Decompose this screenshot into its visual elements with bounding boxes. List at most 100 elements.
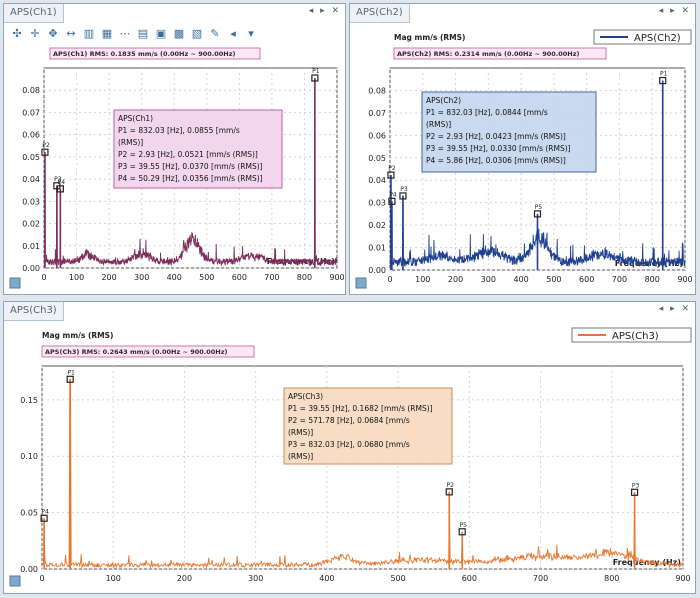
grid-icon[interactable]: ▦ bbox=[100, 27, 114, 41]
peak-info-line: (RMS)] bbox=[288, 428, 313, 437]
x-tick-label: 100 bbox=[69, 273, 84, 282]
panel-ch3: APS(Ch3) ◂ ▸ ✕ 0 100 200 300 400 500 600 700 800… bbox=[3, 301, 696, 594]
y-tick-label: 0.10 bbox=[20, 452, 38, 461]
y-tick-label: 0.00 bbox=[20, 565, 38, 574]
peak-label: P1 bbox=[67, 369, 75, 376]
window-controls-ch2[interactable]: ◂ ▸ ✕ bbox=[659, 6, 691, 16]
peak-info-line: P3 = 39.55 [Hz], 0.0370 [mm/s (RMS)] bbox=[118, 162, 263, 171]
tab-ch2[interactable]: APS(Ch2) bbox=[350, 4, 410, 23]
peak-label: P1 bbox=[660, 71, 668, 78]
y-tick-label: 0.06 bbox=[22, 131, 40, 140]
peak-label: P3 bbox=[400, 186, 408, 193]
peak-info-line: P4 = 5.86 [Hz], 0.0306 [mm/s (RMS)] bbox=[426, 156, 566, 165]
move-icon[interactable]: ✥ bbox=[46, 27, 60, 41]
x-tick-label: 900 bbox=[329, 273, 344, 282]
x-tick-label: 500 bbox=[546, 275, 561, 284]
peak-info-line: (RMS)] bbox=[288, 452, 313, 461]
chart-ch3[interactable]: 0 100 200 300 400 500 600 700 800 900 0.00 0.05 0.10… bbox=[4, 324, 695, 593]
mag-label: Mag mm/s (RMS) bbox=[42, 331, 113, 340]
pan-icon[interactable]: ✣ bbox=[10, 27, 24, 41]
peak-label: P5 bbox=[459, 522, 467, 529]
peak-info-line: P1 = 39.55 [Hz], 0.1682 [mm/s (RMS)] bbox=[288, 404, 433, 413]
rms-label: APS(Ch2) RMS: 0.2314 mm/s (0.00Hz ~ 900.… bbox=[397, 50, 580, 58]
tab-ch1[interactable]: APS(Ch1) bbox=[4, 4, 64, 23]
peak-info-line: P2 = 2.93 [Hz], 0.0521 [mm/s (RMS)] bbox=[118, 150, 258, 159]
frame-icon[interactable]: ▣ bbox=[154, 27, 168, 41]
x-tick-label: 400 bbox=[167, 273, 182, 282]
panel-ch1: APS(Ch1) ◂ ▸ ✕ ✣ ✛ ✥ ↔ ▥ ▦ ⋯ ▤ ▣ ▩ ▧ ✎ ◂… bbox=[3, 3, 346, 295]
y-tick-label: 0.02 bbox=[22, 220, 40, 229]
peak-info-line: (RMS)] bbox=[118, 138, 143, 147]
peak-label: P2 bbox=[388, 165, 396, 172]
x-tick-label: 800 bbox=[645, 275, 660, 284]
chart-options-icon bbox=[355, 277, 367, 289]
x-tick-label: 700 bbox=[612, 275, 627, 284]
y-tick-label: 0.07 bbox=[368, 109, 386, 118]
x-tick-label: 0 bbox=[387, 275, 392, 284]
toolbar-ch1: ✣ ✛ ✥ ↔ ▥ ▦ ⋯ ▤ ▣ ▩ ▧ ✎ ◂ ▾ bbox=[10, 24, 258, 44]
dropdown-icon[interactable]: ▾ bbox=[244, 27, 258, 41]
peak-info-line: APS(Ch3) bbox=[288, 392, 323, 401]
y-tick-label: 0.05 bbox=[22, 153, 40, 162]
peak-label: P5 bbox=[535, 204, 543, 211]
y-tick-label: 0.05 bbox=[20, 509, 38, 518]
x-tick-label: 200 bbox=[448, 275, 463, 284]
y-tick-label: 0.04 bbox=[22, 175, 40, 184]
x-tick-label: 900 bbox=[675, 574, 690, 583]
y-tick-label: 0.02 bbox=[368, 221, 386, 230]
y-tick-label: 0.03 bbox=[368, 199, 386, 208]
peak-info-line: P2 = 2.93 [Hz], 0.0423 [mm/s (RMS)] bbox=[426, 132, 566, 141]
peak-info-line: P1 = 832.03 [Hz], 0.0844 [mm/s bbox=[426, 108, 548, 117]
y-tick-label: 0.03 bbox=[22, 197, 40, 206]
zoom-horizontal-icon[interactable]: ↔ bbox=[64, 27, 78, 41]
x-tick-label: 100 bbox=[415, 275, 430, 284]
peak-info-line: P4 = 50.29 [Hz], 0.0356 [mm/s (RMS)] bbox=[118, 174, 263, 183]
x-tick-label: 600 bbox=[579, 275, 594, 284]
tab-ch3[interactable]: APS(Ch3) bbox=[4, 302, 64, 321]
x-tick-label: 700 bbox=[533, 574, 548, 583]
y-tick-label: 0.07 bbox=[22, 108, 40, 117]
x-tick-label: 500 bbox=[390, 574, 405, 583]
x-tick-label: 0 bbox=[39, 574, 44, 583]
chart-options-icon bbox=[9, 575, 21, 587]
legend-label: APS(Ch2) bbox=[634, 33, 681, 44]
crosshair-icon[interactable]: ✛ bbox=[28, 27, 42, 41]
x-tick-label: 300 bbox=[248, 574, 263, 583]
export-icon[interactable]: ▩ bbox=[172, 27, 186, 41]
bar-chart-icon[interactable]: ▥ bbox=[82, 27, 96, 41]
y-tick-label: 0.04 bbox=[368, 176, 386, 185]
window-controls-ch3[interactable]: ◂ ▸ ✕ bbox=[659, 304, 691, 314]
chart-ch2[interactable]: 0 100 200 300 400 500 600 700 800 900 0.00 0.01 0.02… bbox=[350, 26, 695, 294]
y-tick-label: 0.01 bbox=[368, 244, 386, 253]
y-tick-label: 0.00 bbox=[22, 264, 40, 273]
x-tick-label: 200 bbox=[177, 574, 192, 583]
peak-info-line: P2 = 571.78 [Hz], 0.0684 [mm/s bbox=[288, 416, 410, 425]
y-tick-label: 0.00 bbox=[368, 266, 386, 275]
peak-info-line: P3 = 832.03 [Hz], 0.0680 [mm/s bbox=[288, 440, 410, 449]
back-icon[interactable]: ◂ bbox=[226, 27, 240, 41]
x-tick-label: 800 bbox=[604, 574, 619, 583]
copy-icon[interactable]: ▧ bbox=[190, 27, 204, 41]
x-tick-label: 200 bbox=[101, 273, 116, 282]
peak-label: P3 bbox=[632, 482, 640, 489]
y-tick-label: 0.15 bbox=[20, 396, 38, 405]
panel-ch2: APS(Ch2) ◂ ▸ ✕ 0 100 200 300 400 500 600 700 800… bbox=[349, 3, 696, 295]
peak-label: P4 bbox=[41, 508, 49, 515]
x-tick-label: 400 bbox=[513, 275, 528, 284]
legend-label: APS(Ch3) bbox=[612, 331, 659, 342]
pen-icon[interactable]: ✎ bbox=[208, 27, 222, 41]
peak-info-line: APS(Ch2) bbox=[426, 96, 461, 105]
x-tick-label: 400 bbox=[319, 574, 334, 583]
peak-label: P4 bbox=[389, 191, 397, 198]
table-icon[interactable]: ▤ bbox=[136, 27, 150, 41]
rms-label: APS(Ch3) RMS: 0.2643 mm/s (0.00Hz ~ 900.… bbox=[45, 348, 228, 356]
window-controls-ch1[interactable]: ◂ ▸ ✕ bbox=[309, 6, 341, 16]
peak-label: P2 bbox=[447, 482, 455, 489]
x-tick-label: 800 bbox=[297, 273, 312, 282]
x-tick-label: 0 bbox=[41, 273, 46, 282]
y-tick-label: 0.01 bbox=[22, 242, 40, 251]
chart-ch1[interactable]: 0 100 200 300 400 500 600 700 800 900 0.00 0.01 0.02… bbox=[4, 46, 345, 294]
more-icon[interactable]: ⋯ bbox=[118, 27, 132, 41]
y-tick-label: 0.05 bbox=[368, 154, 386, 163]
x-tick-label: 600 bbox=[232, 273, 247, 282]
